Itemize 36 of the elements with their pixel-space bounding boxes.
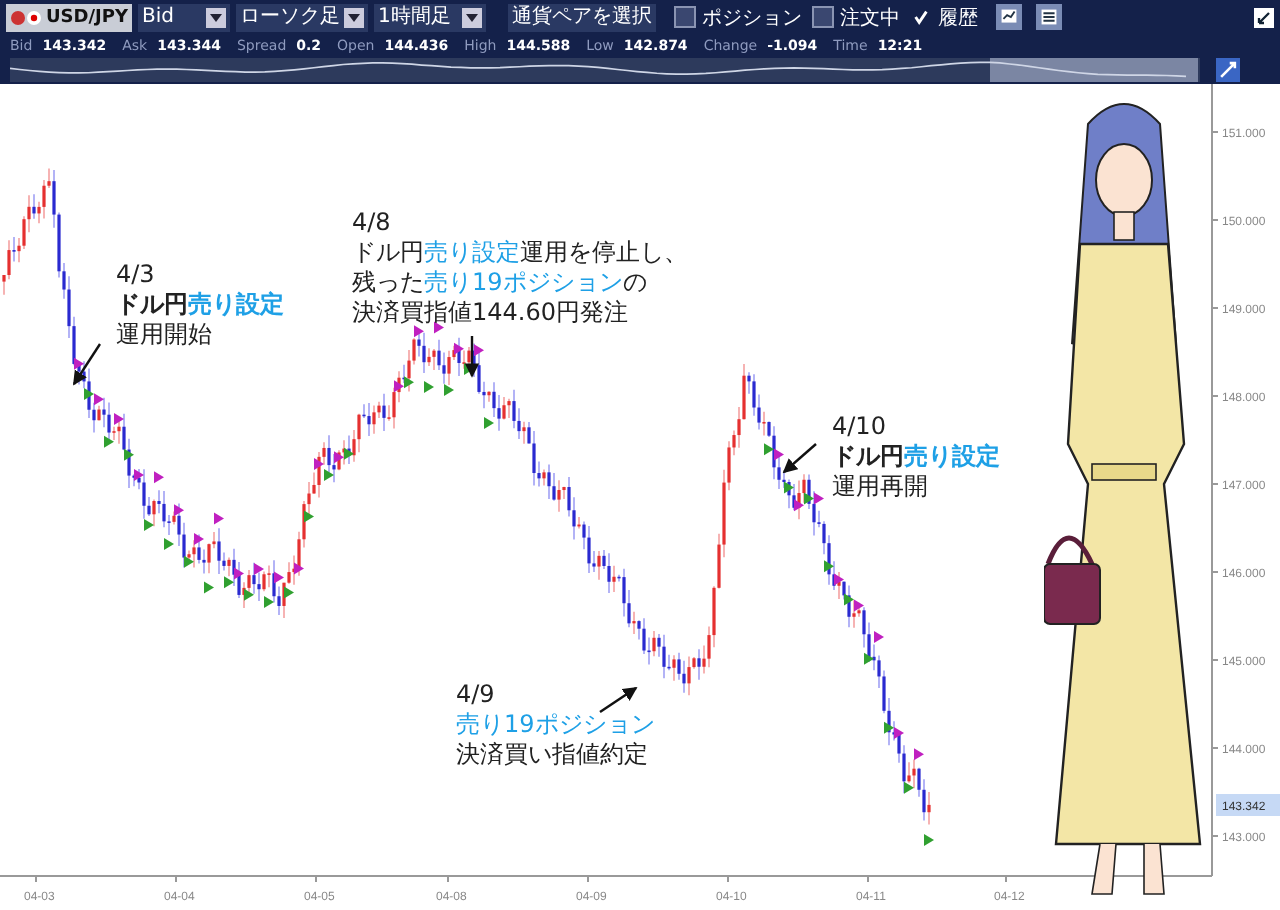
arrow bbox=[782, 443, 817, 474]
chart-type-dropdown[interactable]: ローソク足 bbox=[236, 3, 369, 31]
annotation-date: 4/3 bbox=[116, 260, 155, 290]
toggle-checkbox[interactable]: ポジション bbox=[674, 3, 803, 31]
check-icon bbox=[912, 8, 931, 26]
flag-icon bbox=[10, 9, 42, 25]
zoom-icon[interactable] bbox=[1216, 58, 1240, 82]
list-window-icon[interactable] bbox=[1036, 4, 1063, 30]
chart-window-icon[interactable] bbox=[996, 4, 1023, 30]
annotation-text: 運用再開 bbox=[832, 472, 928, 502]
caret-icon bbox=[206, 7, 227, 27]
navigator-drawing[interactable] bbox=[10, 58, 1200, 82]
caret-icon bbox=[344, 7, 365, 27]
annotation-text: 残った売り19ポジションの bbox=[352, 268, 647, 298]
timeframe-dropdown[interactable]: 1時間足 bbox=[374, 3, 487, 31]
annotation-date: 4/8 bbox=[352, 208, 391, 238]
toggle-checkbox[interactable]: 注文中 bbox=[812, 3, 901, 31]
caret-icon bbox=[462, 7, 483, 27]
current-price-tag bbox=[1216, 794, 1280, 816]
arrow bbox=[599, 687, 638, 713]
annotation-text: 決済買指値144.60円発注 bbox=[352, 298, 628, 328]
annotation-text: ドル円売り設定 bbox=[116, 290, 284, 320]
toggle-checkbox[interactable]: 履歴 bbox=[910, 3, 979, 31]
symbol-button[interactable]: USD/JPY bbox=[6, 3, 133, 31]
arrow bbox=[73, 343, 101, 386]
pair-select-button[interactable]: 通貨ペアを選択 bbox=[508, 3, 657, 31]
arrow bbox=[464, 336, 480, 378]
annotation-date: 4/9 bbox=[456, 680, 495, 710]
annotation-date: 4/10 bbox=[832, 412, 886, 442]
annotation-text: 運用開始 bbox=[116, 320, 212, 350]
annotation-text: ドル円売り設定運用を停止し、 bbox=[352, 238, 688, 268]
annotation-text: 売り19ポジション bbox=[456, 710, 655, 740]
annotation-text: ドル円売り設定 bbox=[832, 442, 1000, 472]
annotation-text: 決済買い指値約定 bbox=[456, 740, 648, 770]
price-type-dropdown[interactable]: Bid bbox=[138, 3, 231, 31]
expand-icon[interactable] bbox=[1254, 7, 1274, 27]
